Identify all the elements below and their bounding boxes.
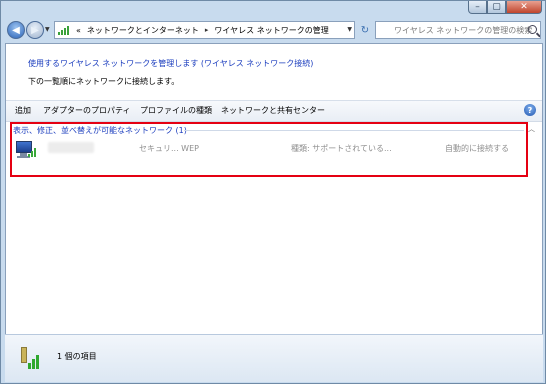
breadcrumb-network-internet[interactable]: ネットワークとインターネット (87, 25, 199, 36)
forward-button[interactable]: ▶ (26, 21, 44, 39)
address-dropdown-icon[interactable]: ▼ (347, 26, 352, 33)
breadcrumb-separator-icon[interactable]: ▸ (205, 26, 209, 34)
search-placeholder: ワイヤレス ネットワークの管理の検索 (394, 25, 533, 35)
search-icon[interactable] (528, 25, 537, 34)
address-overflow[interactable]: « (76, 26, 81, 35)
wireless-signal-icon (19, 345, 43, 373)
minimize-button[interactable]: – (468, 1, 487, 14)
close-button[interactable]: ✕ (506, 1, 542, 14)
maximize-button[interactable]: ▢ (487, 1, 506, 14)
profile-types-button[interactable]: プロファイルの種類 (140, 105, 212, 116)
collapse-icon[interactable]: ︿ (528, 124, 535, 134)
status-bar: 1 個の項目 (5, 334, 543, 382)
adapter-properties-button[interactable]: アダプターのプロパティ (43, 105, 131, 116)
address-bar[interactable]: « ネットワークとインターネット ▸ ワイヤレス ネットワークの管理 ▼ (54, 21, 355, 39)
network-sharing-center-button[interactable]: ネットワークと共有センター (221, 105, 325, 116)
network-icon (58, 25, 72, 35)
search-input[interactable]: ワイヤレス ネットワークの管理の検索 (375, 21, 541, 39)
content-pane: 使用するワイヤレス ネットワークを管理します (ワイヤレス ネットワーク接続) … (5, 43, 543, 381)
breadcrumb-manage-wireless[interactable]: ワイヤレス ネットワークの管理 (214, 25, 328, 36)
refresh-button[interactable]: ↻ (357, 21, 373, 39)
window-controls: – ▢ ✕ (468, 1, 542, 15)
recent-pages-dropdown[interactable]: ▼ (45, 26, 50, 33)
back-button[interactable]: ◀ (7, 21, 25, 39)
item-count: 1 個の項目 (57, 352, 97, 361)
connection-order-text: 下の一覧順にネットワークに接続します。 (28, 77, 180, 86)
add-button[interactable]: 追加 (15, 105, 31, 116)
highlight-box (10, 122, 528, 177)
navigation-bar: ◀ ▶ ▼ « ネットワークとインターネット ▸ ワイヤレス ネットワークの管理… (5, 17, 543, 43)
help-icon[interactable]: ? (524, 104, 536, 116)
window-frame: – ▢ ✕ ◀ ▶ ▼ « ネットワークとインターネット ▸ ワイヤレス ネット… (0, 0, 546, 384)
command-toolbar: 追加 アダプターのプロパティ プロファイルの種類 ネットワークと共有センター ? (6, 100, 542, 122)
manage-networks-link[interactable]: 使用するワイヤレス ネットワークを管理します (ワイヤレス ネットワーク接続) (28, 58, 313, 69)
